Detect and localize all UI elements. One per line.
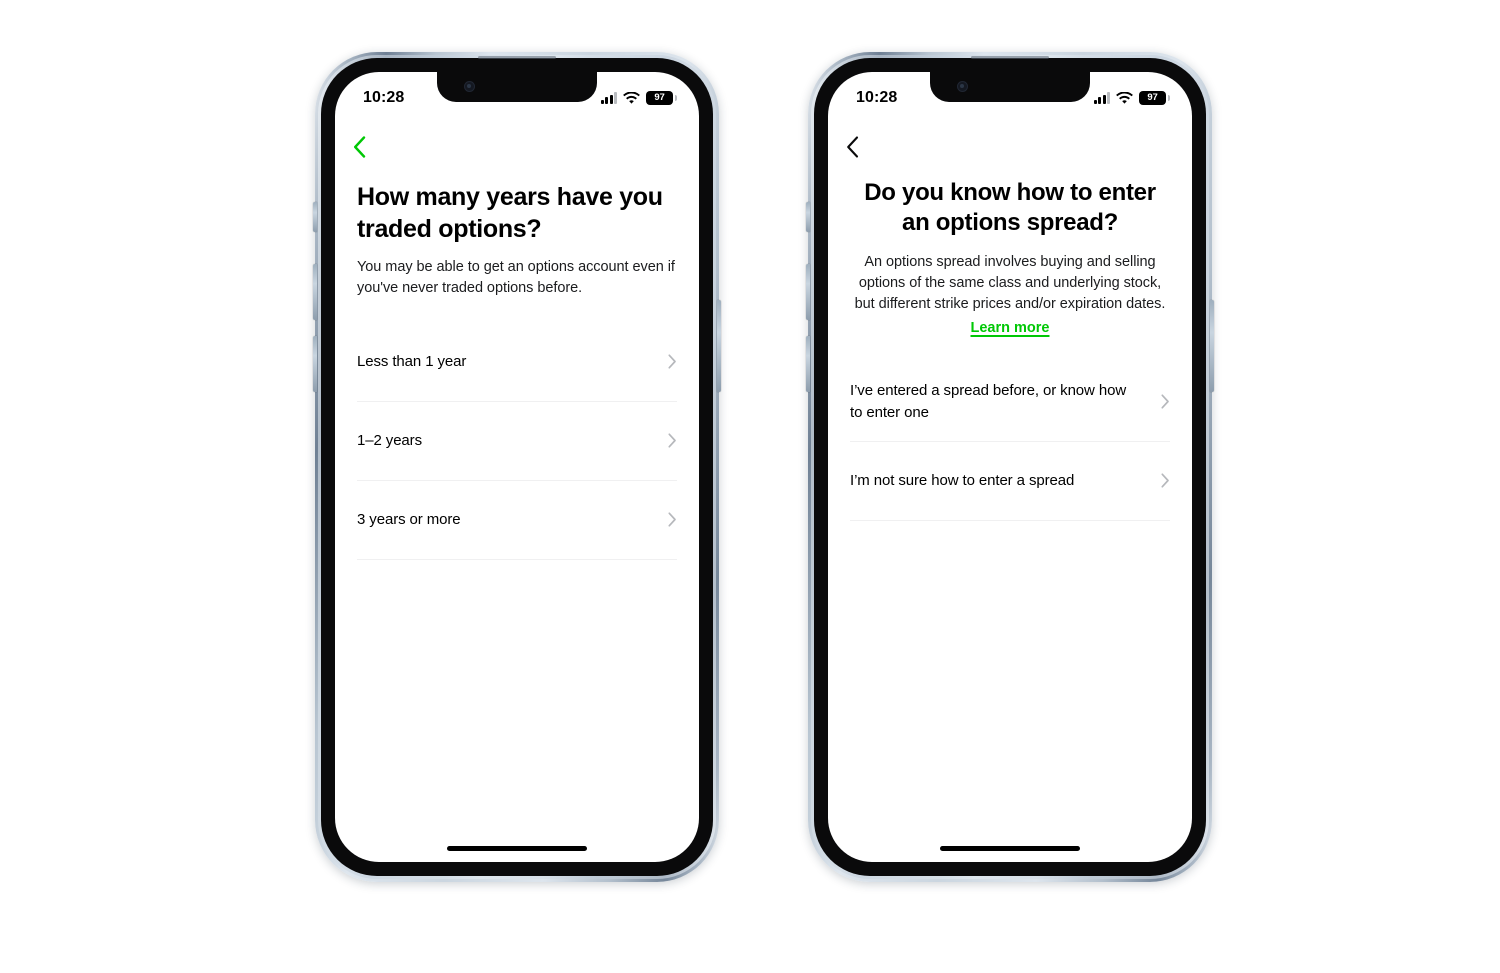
page-title: Do you know how to enter an options spre… <box>864 179 1156 237</box>
list-item-label: I’ve entered a spread before, or know ho… <box>850 381 1127 421</box>
chevron-right-icon <box>668 512 676 527</box>
chevron-left-icon <box>354 136 366 158</box>
chevron-right-icon <box>1161 394 1169 410</box>
earpiece-speaker <box>478 56 556 59</box>
home-indicator[interactable] <box>447 846 587 851</box>
phone-screen-right: 10:28 97 Do you know how to enter an opt… <box>828 72 1192 862</box>
status-bar-time: 10:28 <box>363 89 405 106</box>
phone-body: 10:28 97 <box>321 58 713 876</box>
learn-more-link[interactable]: Learn more <box>850 320 1170 336</box>
list-item[interactable]: 1–2 years <box>357 402 677 481</box>
list-item[interactable]: Less than 1 year <box>357 323 677 402</box>
cellular-signal-icon <box>1093 92 1110 104</box>
screenshot-stage: 10:28 97 How many years have you traded … <box>0 0 1500 973</box>
phone-screen-left: 10:28 97 How many years have you traded … <box>335 72 699 862</box>
power-button[interactable] <box>717 300 721 392</box>
volume-down-button[interactable] <box>806 336 810 392</box>
volume-up-button[interactable] <box>806 264 810 320</box>
status-bar: 10:28 97 <box>335 72 699 120</box>
status-bar-indicators: 97 <box>1093 91 1170 105</box>
list-item-label: 3 years or more <box>357 510 461 528</box>
list-item-label: Less than 1 year <box>357 352 467 370</box>
options-list: I’ve entered a spread before, or know ho… <box>850 363 1170 521</box>
earpiece-speaker <box>971 56 1049 59</box>
page-subtitle: You may be able to get an options accoun… <box>357 258 675 296</box>
home-indicator[interactable] <box>940 846 1080 851</box>
list-item[interactable]: 3 years or more <box>357 481 677 560</box>
wifi-icon <box>1116 91 1133 104</box>
wifi-icon <box>623 91 640 104</box>
phone-body: 10:28 97 <box>814 58 1206 876</box>
volume-down-button[interactable] <box>313 336 317 392</box>
phone-device-left: 10:28 97 How many years have you traded … <box>313 52 721 882</box>
mute-switch-button[interactable] <box>313 202 317 232</box>
status-bar-time: 10:28 <box>856 89 898 106</box>
battery-icon: 97 <box>1139 91 1170 105</box>
back-button[interactable] <box>353 130 387 164</box>
app-content-right: Do you know how to enter an options spre… <box>828 120 1192 862</box>
chevron-right-icon <box>668 354 676 369</box>
options-list: Less than 1 year 1–2 years 3 years or mo… <box>357 323 677 560</box>
phone-device-right: 10:28 97 Do you know how to enter an opt… <box>806 52 1214 882</box>
cellular-signal-icon <box>600 92 617 104</box>
battery-percent-label: 97 <box>1147 92 1158 104</box>
chevron-right-icon <box>668 433 676 448</box>
chevron-left-icon <box>847 136 859 158</box>
battery-icon: 97 <box>646 91 677 105</box>
page-title: How many years have you traded options? <box>357 183 663 243</box>
status-bar: 10:28 97 <box>828 72 1192 120</box>
list-item-label: 1–2 years <box>357 431 422 449</box>
status-bar-indicators: 97 <box>600 91 677 105</box>
chevron-right-icon <box>1161 473 1169 489</box>
list-item[interactable]: I’ve entered a spread before, or know ho… <box>850 363 1170 442</box>
power-button[interactable] <box>1210 300 1214 392</box>
app-content-left: How many years have you traded options? … <box>335 120 699 862</box>
battery-percent-label: 97 <box>654 92 665 104</box>
list-item-label: I’m not sure how to enter a spread <box>850 471 1075 489</box>
volume-up-button[interactable] <box>313 264 317 320</box>
back-button[interactable] <box>846 130 880 164</box>
page-subtitle: An options spread involves buying and se… <box>854 253 1166 312</box>
mute-switch-button[interactable] <box>806 202 810 232</box>
list-item[interactable]: I’m not sure how to enter a spread <box>850 442 1170 521</box>
